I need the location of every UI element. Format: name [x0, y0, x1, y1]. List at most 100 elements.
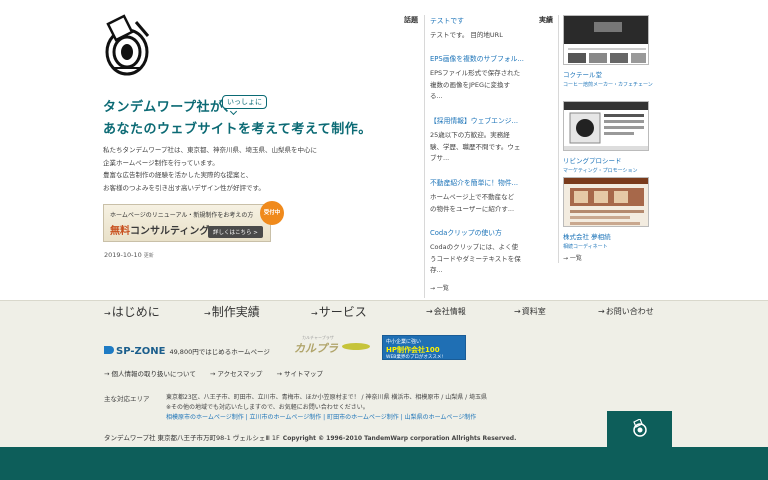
consult-sub: ホームページのリニューアル・新規制作をお考えの方	[110, 212, 254, 219]
work-category: 相続コーディネート	[563, 244, 608, 250]
work-category: コーヒー焙煎メーカー・カフェチェーン	[563, 82, 653, 88]
topic-title[interactable]: 不動産紹介を簡単に！物件...	[430, 177, 540, 187]
topic-item: 【採用情報】ウェブエンジ... 25歳以下の方歓迎。実務経 験、学歴、職歴不問で…	[430, 115, 540, 165]
spzone-banner[interactable]: SP-ZONE 49,800円ではじめるホームページ	[104, 339, 270, 358]
area-body: 東京都23区、八王子市、町田市、立川市、青梅市、ほか小笠原村まで！ / 神奈川県…	[166, 393, 586, 423]
intro-line: 企業ホームページ制作を行っています。	[103, 158, 219, 167]
work-thumbnail[interactable]	[563, 177, 649, 227]
arrow-right-icon: →	[204, 309, 211, 318]
footer-area: →はじめに →制作実績 →サービス →会社情報 →資料室 →お問い合わせ SP-…	[0, 300, 768, 448]
arrow-right-icon: →	[104, 309, 111, 318]
topic-body-line: ホームページ上で不動産など	[430, 193, 515, 201]
kaltra-name: カルプラ	[294, 342, 338, 355]
speech-bubble: いっしょに	[222, 95, 267, 109]
page-top-button[interactable]	[607, 411, 672, 448]
topic-body-line: Codaのクリップには、よく使	[430, 243, 519, 251]
intro-line: 豊富な広告制作の経験を活かした実際的な提案と、	[103, 171, 253, 179]
arrow-right-icon: →	[514, 307, 521, 316]
nav-item-contact[interactable]: →お問い合わせ	[598, 306, 654, 317]
topic-title[interactable]: Codaクリップの使い方	[430, 227, 540, 237]
topic-body: ホームページ上で不動産など の物件をユーザーに紹介す...	[430, 192, 540, 215]
nav-item-library[interactable]: →資料室	[514, 306, 546, 317]
footer-links: → 個人情報の取り扱いについて → アクセスマップ → サイトマップ	[104, 368, 335, 378]
topics-more-link[interactable]: → 一覧	[430, 283, 449, 292]
spzone-text: 49,800円ではじめるホームページ	[169, 348, 270, 356]
work-name[interactable]: 株式会社 夢相続	[563, 231, 649, 241]
topic-body-line: 複数の画像をJPEGに変換す	[430, 80, 510, 89]
nav-item-works[interactable]: →制作実績	[204, 303, 260, 320]
area-links[interactable]: 相模原市のホームページ制作 | 立川市のホームページ制作 | 町田市のホームペー…	[166, 413, 586, 423]
spzone-logo: SP-ZONE	[116, 346, 166, 357]
topic-body-line: の物件をユーザーに紹介す...	[430, 204, 515, 213]
work-name[interactable]: コクテール堂	[563, 69, 649, 79]
topic-item: Codaクリップの使い方 Codaのクリップには、よく使 うコードやダミーテキス…	[430, 227, 540, 277]
hp-banner-line1: 中小企業に強い	[386, 339, 422, 345]
main-content: タンデムワープ社が、 いっしょに あなたのウェブサイトを考えて考えて制作。 私た…	[0, 0, 768, 300]
sitemap-link[interactable]: → サイトマップ	[276, 370, 323, 378]
topic-title[interactable]: テストです	[430, 15, 540, 25]
work-thumbnail[interactable]	[563, 101, 649, 151]
privacy-link[interactable]: → 個人情報の取り扱いについて	[104, 370, 196, 378]
work-category: マーケティング・プロモーション	[563, 168, 638, 174]
arrow-right-icon: →	[426, 307, 433, 316]
topic-item: 不動産紹介を簡単に！物件... ホームページ上で不動産など の物件をユーザーに紹…	[430, 177, 540, 215]
leaf-icon	[342, 343, 370, 350]
kaltra-banner[interactable]: カルチャープラザ カルプラ	[294, 335, 374, 356]
topic-body-line: 存...	[430, 266, 443, 274]
topic-body-line: テストです。 目的地URL	[430, 31, 503, 39]
topic-body-line: 験、学歴、職歴不問です。ウェ	[430, 142, 521, 151]
nav-label: はじめに	[111, 305, 160, 319]
hp-banner-line3: WEB業界のプロがオススメ!	[386, 355, 444, 360]
headline-line2: あなたのウェブサイトを考えて考えて制作。	[103, 122, 372, 137]
intro-text: 私たちタンデムワープ社は、東京都、神奈川県、埼玉県、山梨県を中心に 企業ホームペ…	[103, 144, 403, 194]
work-name[interactable]: リビングプロシード	[563, 155, 649, 165]
date-label: 更新	[143, 253, 154, 259]
consult-detail-button[interactable]: 詳しくはこちら >	[208, 226, 263, 238]
company-address: タンデムワープ社 東京都八王子市万町98-1 ヴェルシェⅢ 1F Copyrigh…	[104, 432, 516, 442]
topics-heading: 話題	[404, 16, 418, 24]
nav-item-intro[interactable]: →はじめに	[104, 303, 160, 320]
topic-item: テストです テストです。 目的地URL	[430, 15, 540, 42]
headline-line1: タンデムワープ社が、	[103, 100, 237, 115]
area-line: ※その他の地域でも対応いたしますので、お気軽にお問い合わせください。	[166, 404, 369, 411]
topic-body: EPSファイル形式で保存された 複数の画像をJPEGに変換す る...	[430, 68, 540, 103]
topic-body-line: ブサ...	[430, 154, 450, 162]
access-map-link[interactable]: → アクセスマップ	[210, 370, 263, 378]
nav-label: 資料室	[521, 307, 546, 316]
global-nav: →はじめに →制作実績 →サービス →会社情報 →資料室 →お問い合わせ	[0, 301, 768, 323]
tandemwarp-logo[interactable]	[102, 14, 152, 78]
footer-bar	[0, 447, 768, 480]
topic-body-line: 25歳以下の方歓迎。実務経	[430, 131, 510, 139]
nav-item-company[interactable]: →会社情報	[426, 306, 466, 317]
mini-logo-icon	[633, 419, 647, 437]
work-item[interactable]: コクテール堂 コーヒー焙煎メーカー・カフェチェーン	[563, 15, 653, 88]
date-value: 2019-10-10	[104, 251, 142, 259]
hp-company-100-banner[interactable]: 中小企業に強い HP制作会社100 WEB業界のプロがオススメ!	[382, 335, 466, 360]
nav-label: サービス	[318, 305, 367, 319]
topic-title[interactable]: EPS画像を複数のサブフォル...	[430, 53, 540, 63]
topic-body: 25歳以下の方歓迎。実務経 験、学歴、職歴不問です。ウェ ブサ...	[430, 130, 540, 165]
area-label: 主な対応エリア	[104, 395, 150, 403]
accepting-badge: 受付中	[260, 201, 284, 225]
topic-title[interactable]: 【採用情報】ウェブエンジ...	[430, 115, 540, 125]
arrow-right-icon: →	[311, 309, 318, 318]
works-heading: 実績	[539, 16, 553, 24]
work-item[interactable]: 株式会社 夢相続 相続コーディネート	[563, 177, 649, 250]
topic-body-line: うコードやダミーテキストを保	[430, 254, 521, 263]
consult-free: 無料	[110, 226, 130, 237]
work-item[interactable]: リビングプロシード マーケティング・プロモーション	[563, 101, 649, 174]
divider	[558, 15, 559, 263]
topic-item: EPS画像を複数のサブフォル... EPSファイル形式で保存された 複数の画像を…	[430, 53, 540, 103]
nav-item-services[interactable]: →サービス	[311, 303, 367, 320]
intro-line: お客様のつよみを引き出す高いデザイン性が好評です。	[103, 183, 265, 192]
works-more-link[interactable]: → 一覧	[563, 253, 582, 262]
work-thumbnail[interactable]	[563, 15, 649, 65]
divider	[424, 15, 425, 298]
topic-body-line: る...	[430, 92, 443, 100]
nav-label: 会社情報	[433, 307, 466, 316]
topic-body-line: EPSファイル形式で保存された	[430, 69, 521, 77]
address-text: タンデムワープ社 東京都八王子市万町98-1 ヴェルシェⅢ 1F	[104, 434, 280, 442]
spzone-logo-icon	[104, 345, 114, 354]
nav-label: お問い合わせ	[605, 307, 654, 316]
free-consulting-banner[interactable]: ホームページのリニューアル・新規制作をお考えの方 無料コンサルティング 詳しくは…	[103, 201, 284, 242]
